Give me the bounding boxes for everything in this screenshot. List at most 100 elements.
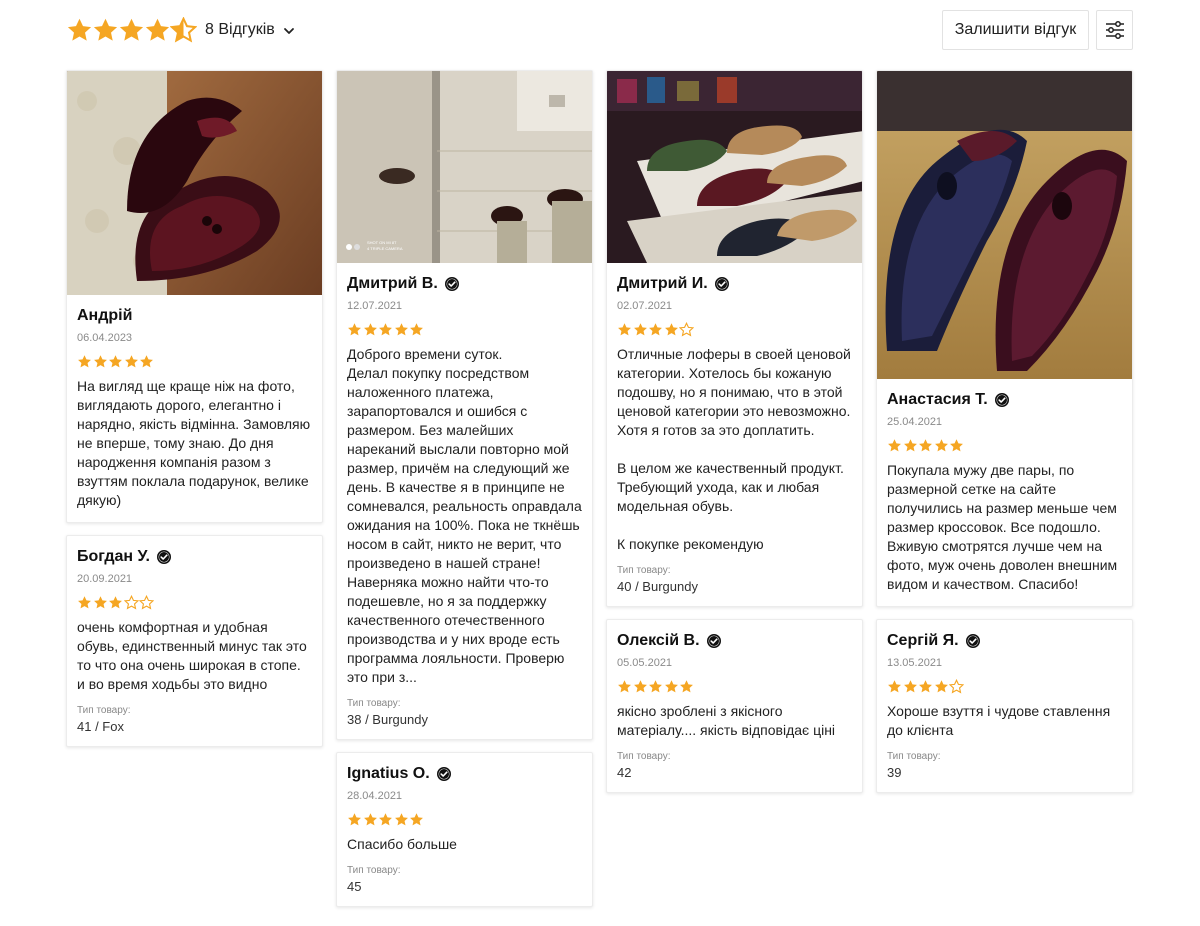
reviewer-row: Дмитрий В.	[347, 275, 582, 293]
review-rating-stars	[347, 322, 582, 337]
review-card[interactable]: Анастасия Т. 25.04.2021 Покупала мужу две …	[876, 70, 1133, 607]
star-filled-icon	[109, 596, 122, 609]
product-type-value: 41 / Fox	[77, 719, 124, 734]
product-type-label: Тип товару:	[887, 751, 941, 762]
review-date: 28.04.2021	[347, 790, 403, 802]
product-type-label: Тип товару:	[617, 751, 671, 762]
reviewer-name: Ignatius O.	[347, 765, 430, 782]
star-empty-icon	[123, 595, 139, 610]
review-card[interactable]: Ignatius O. 28.04.2021 Спасибо больше Тип т…	[336, 752, 593, 907]
review-date: 20.09.2021	[77, 573, 133, 585]
verified-check-icon	[444, 277, 459, 291]
star-filled-icon	[649, 323, 662, 336]
star-filled-icon	[680, 680, 693, 693]
star-filled-icon	[888, 680, 901, 693]
review-rating-stars	[617, 322, 852, 337]
star-filled-icon	[934, 680, 948, 693]
filter-button[interactable]	[1096, 10, 1133, 50]
review-rating-stars	[77, 595, 312, 610]
verified-check-icon	[994, 393, 1009, 407]
reviewer-row: Олексій В.	[617, 632, 852, 650]
star-half-icon	[170, 17, 197, 43]
review-text: Покупала мужу две пары, по размерной сет…	[887, 462, 1118, 592]
review-date: 25.04.2021	[887, 416, 943, 428]
reviews-header: 8 Відгуків Залишити відгук	[66, 10, 1133, 50]
star-filled-icon	[618, 680, 631, 693]
reviewer-row: Сергій Я.	[887, 632, 1122, 650]
review-text: Доброго времени суток. Делал покупку пос…	[347, 346, 582, 685]
review-date: 13.05.2021	[887, 657, 943, 669]
star-filled-icon	[93, 355, 107, 368]
review-rating-stars	[887, 679, 1122, 694]
star-filled-icon	[363, 813, 377, 826]
product-type-label: Тип товару:	[347, 698, 401, 709]
star-filled-icon	[140, 355, 153, 368]
review-column-1: Андрій 06.04.2023 На вигляд ще краще ніж н…	[66, 70, 323, 759]
star-filled-icon	[78, 355, 91, 368]
reviewer-row: Дмитрий И.	[617, 275, 852, 293]
reviewer-name: Анастасия Т.	[887, 391, 988, 408]
star-filled-icon	[649, 680, 662, 693]
review-photo[interactable]	[607, 71, 862, 263]
product-type-label: Тип товару:	[347, 865, 401, 876]
review-date: 02.07.2021	[617, 300, 673, 312]
star-filled-icon	[119, 18, 144, 41]
star-filled-icon	[109, 355, 122, 368]
review-date: 05.05.2021	[617, 657, 673, 669]
review-column-2: SHOT ON MI 8T 4 TRIPLE CAMERA Дмитрий В.…	[336, 70, 593, 919]
review-card[interactable]: Богдан У. 20.09.2021 очень комфортная и уд…	[66, 535, 323, 747]
reviewer-name: Олексій В.	[617, 632, 700, 649]
star-filled-icon	[934, 439, 948, 452]
reviewer-name: Богдан У.	[77, 548, 150, 565]
rating-summary-dropdown[interactable]: 8 Відгуків	[66, 17, 295, 43]
star-filled-icon	[919, 680, 932, 693]
star-filled-icon	[93, 18, 118, 41]
product-type-value: 40 / Burgundy	[617, 579, 698, 594]
review-card[interactable]: Дмитрий И. 02.07.2021 Отличные лоферы в св…	[606, 70, 863, 607]
star-filled-icon	[888, 439, 901, 452]
review-column-4: Анастасия Т. 25.04.2021 Покупала мужу две …	[876, 70, 1133, 805]
review-text: очень комфортная и удобная обувь, единст…	[77, 619, 307, 692]
star-filled-icon	[633, 323, 647, 336]
reviewer-row: Ignatius O.	[347, 765, 582, 783]
review-card[interactable]: Олексій В. 05.05.2021 якісно зроблені з як…	[606, 619, 863, 793]
reviewer-row: Андрій	[77, 307, 312, 325]
product-type-label: Тип товару:	[77, 705, 131, 716]
star-filled-icon	[379, 323, 392, 336]
review-count: 8 Відгуків	[205, 21, 275, 38]
chevron-down-icon	[283, 28, 294, 34]
sliders-icon	[1105, 21, 1124, 39]
review-card[interactable]: SHOT ON MI 8T 4 TRIPLE CAMERA Дмитрий В.…	[336, 70, 593, 740]
star-filled-icon	[394, 323, 408, 336]
review-text: Отличные лоферы в своей ценовой категори…	[617, 346, 851, 552]
star-filled-icon	[410, 323, 423, 336]
review-photo[interactable]	[67, 71, 322, 295]
review-column-3: Дмитрий И. 02.07.2021 Отличные лоферы в св…	[606, 70, 863, 805]
review-photo[interactable]	[877, 71, 1132, 379]
review-card[interactable]: Андрій 06.04.2023 На вигляд ще краще ніж н…	[66, 70, 323, 523]
review-card[interactable]: Сергій Я. 13.05.2021 Хороше взуття і чудов…	[876, 619, 1133, 793]
reviewer-name: Андрій	[77, 307, 133, 324]
star-filled-icon	[903, 439, 917, 452]
product-type-value: 42	[617, 765, 632, 780]
verified-check-icon	[156, 550, 171, 564]
verified-check-icon	[436, 767, 451, 781]
star-filled-icon	[124, 355, 138, 368]
star-filled-icon	[93, 596, 107, 609]
review-text: Хороше взуття і чудове ставлення до кліє…	[887, 703, 1111, 738]
product-type-label: Тип товару:	[617, 565, 671, 576]
star-empty-icon	[679, 322, 694, 337]
star-filled-icon	[664, 680, 678, 693]
write-review-button[interactable]: Залишити відгук	[942, 10, 1089, 50]
star-filled-icon	[363, 323, 377, 336]
star-filled-icon	[410, 813, 423, 826]
star-filled-icon	[78, 596, 91, 609]
star-filled-icon	[145, 18, 170, 41]
review-rating-stars	[77, 354, 312, 369]
review-photo[interactable]: SHOT ON MI 8T 4 TRIPLE CAMERA	[337, 71, 592, 263]
star-filled-icon	[394, 813, 408, 826]
star-filled-icon	[67, 18, 92, 41]
review-date: 12.07.2021	[347, 300, 403, 312]
star-filled-icon	[664, 323, 678, 336]
verified-check-icon	[706, 634, 721, 648]
